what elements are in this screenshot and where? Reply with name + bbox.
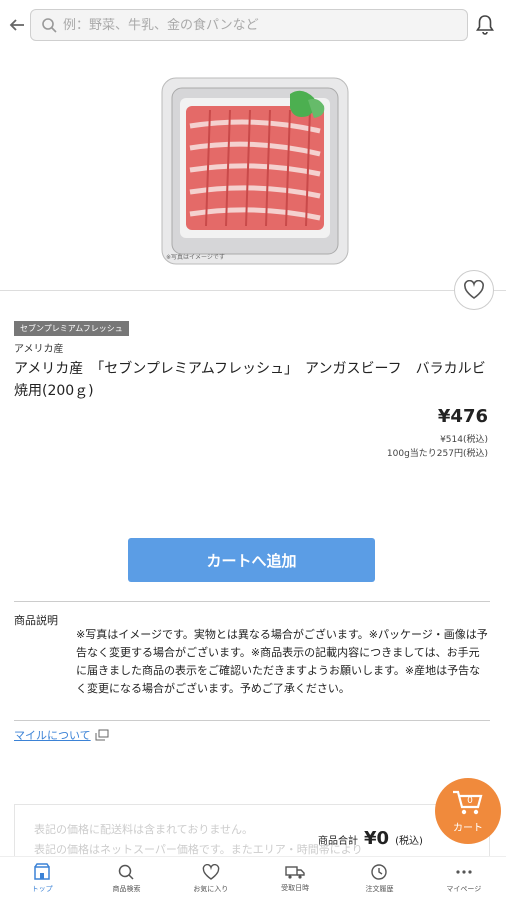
cart-icon: 0 <box>453 790 483 814</box>
cart-count: 0 <box>467 796 473 806</box>
nav-item-mypage[interactable]: マイページ <box>422 857 506 900</box>
nav-item-top[interactable]: トップ <box>0 857 84 900</box>
search-input[interactable] <box>63 17 443 33</box>
more-icon <box>456 870 472 874</box>
product-price: ¥476 <box>437 406 488 427</box>
summary-note: 表記の価格に配送料は含まれておりません。 <box>34 823 254 836</box>
product-detail-page: { "search": { "placeholder": "例：野菜、牛乳、金の… <box>0 0 506 900</box>
nav-label: トップ <box>31 885 53 893</box>
product-title: アメリカ産 「セブンプレミアムフレッシュ」 アンガスビーフ バラカルビ焼用(20… <box>14 361 486 399</box>
notification-button[interactable] <box>472 11 498 39</box>
brand-badge: セブンプレミアムフレッシュ <box>14 321 129 336</box>
nav-item-delivery[interactable]: 受取日時 <box>253 857 337 900</box>
nav-label: お気に入り <box>193 884 229 893</box>
mile-link-label: マイルについて <box>14 729 91 742</box>
cart-total: 商品合計 ¥0 (税込) <box>318 828 423 849</box>
bell-icon <box>476 15 494 35</box>
cart-button[interactable]: 0 カート <box>435 778 501 844</box>
unit-price: 100g当たり257円(税込) <box>386 449 488 459</box>
history-icon <box>371 864 388 880</box>
description-text: ※写真はイメージです。実物とは異なる場合がございます。※パッケージ・画像は予告な… <box>76 628 488 695</box>
total-tax-label: (税込) <box>395 836 423 847</box>
favorite-button[interactable] <box>454 270 494 310</box>
bottom-nav: トップ 商品検索 お気に入り 受取日時 注文履歴 マイページ <box>0 856 506 900</box>
heart-icon <box>464 280 484 299</box>
nav-item-favorites[interactable]: お気に入り <box>169 857 253 900</box>
heart-icon <box>202 863 220 880</box>
total-label: 商品合計 <box>318 836 358 847</box>
truck-icon <box>285 866 305 879</box>
search-bar[interactable] <box>30 9 468 41</box>
product-image <box>161 77 349 265</box>
product-origin: アメリカ産 <box>14 344 64 355</box>
tax-included-price: ¥514(税込) <box>440 435 488 445</box>
nav-item-search[interactable]: 商品検索 <box>84 857 168 900</box>
photo-note: ※写真はイメージです <box>166 254 225 261</box>
external-window-icon <box>95 729 109 741</box>
nav-label: 注文履歴 <box>365 885 394 893</box>
store-icon <box>34 863 50 880</box>
nav-label: 受取日時 <box>281 884 310 892</box>
divider <box>14 720 490 721</box>
summary-notes: 表記の価格に配送料は含まれておりません。 表記の価格はネットスーパー価格です。ま… <box>34 820 363 860</box>
nav-label: 商品検索 <box>112 885 141 893</box>
search-icon <box>119 864 135 880</box>
nav-item-history[interactable]: 注文履歴 <box>337 857 421 900</box>
total-value: ¥0 <box>364 828 390 849</box>
add-to-cart-button[interactable]: カートへ追加 <box>128 538 375 582</box>
header <box>0 0 506 50</box>
description-heading: 商品説明 <box>14 614 58 627</box>
search-icon <box>42 18 57 33</box>
nav-label: マイページ <box>446 885 482 893</box>
divider <box>14 601 490 602</box>
arrow-left-icon <box>9 19 24 31</box>
cart-label: カート <box>453 822 483 834</box>
mile-info-link[interactable]: マイルについて <box>14 727 109 743</box>
back-button[interactable] <box>4 12 30 38</box>
divider <box>0 290 506 291</box>
